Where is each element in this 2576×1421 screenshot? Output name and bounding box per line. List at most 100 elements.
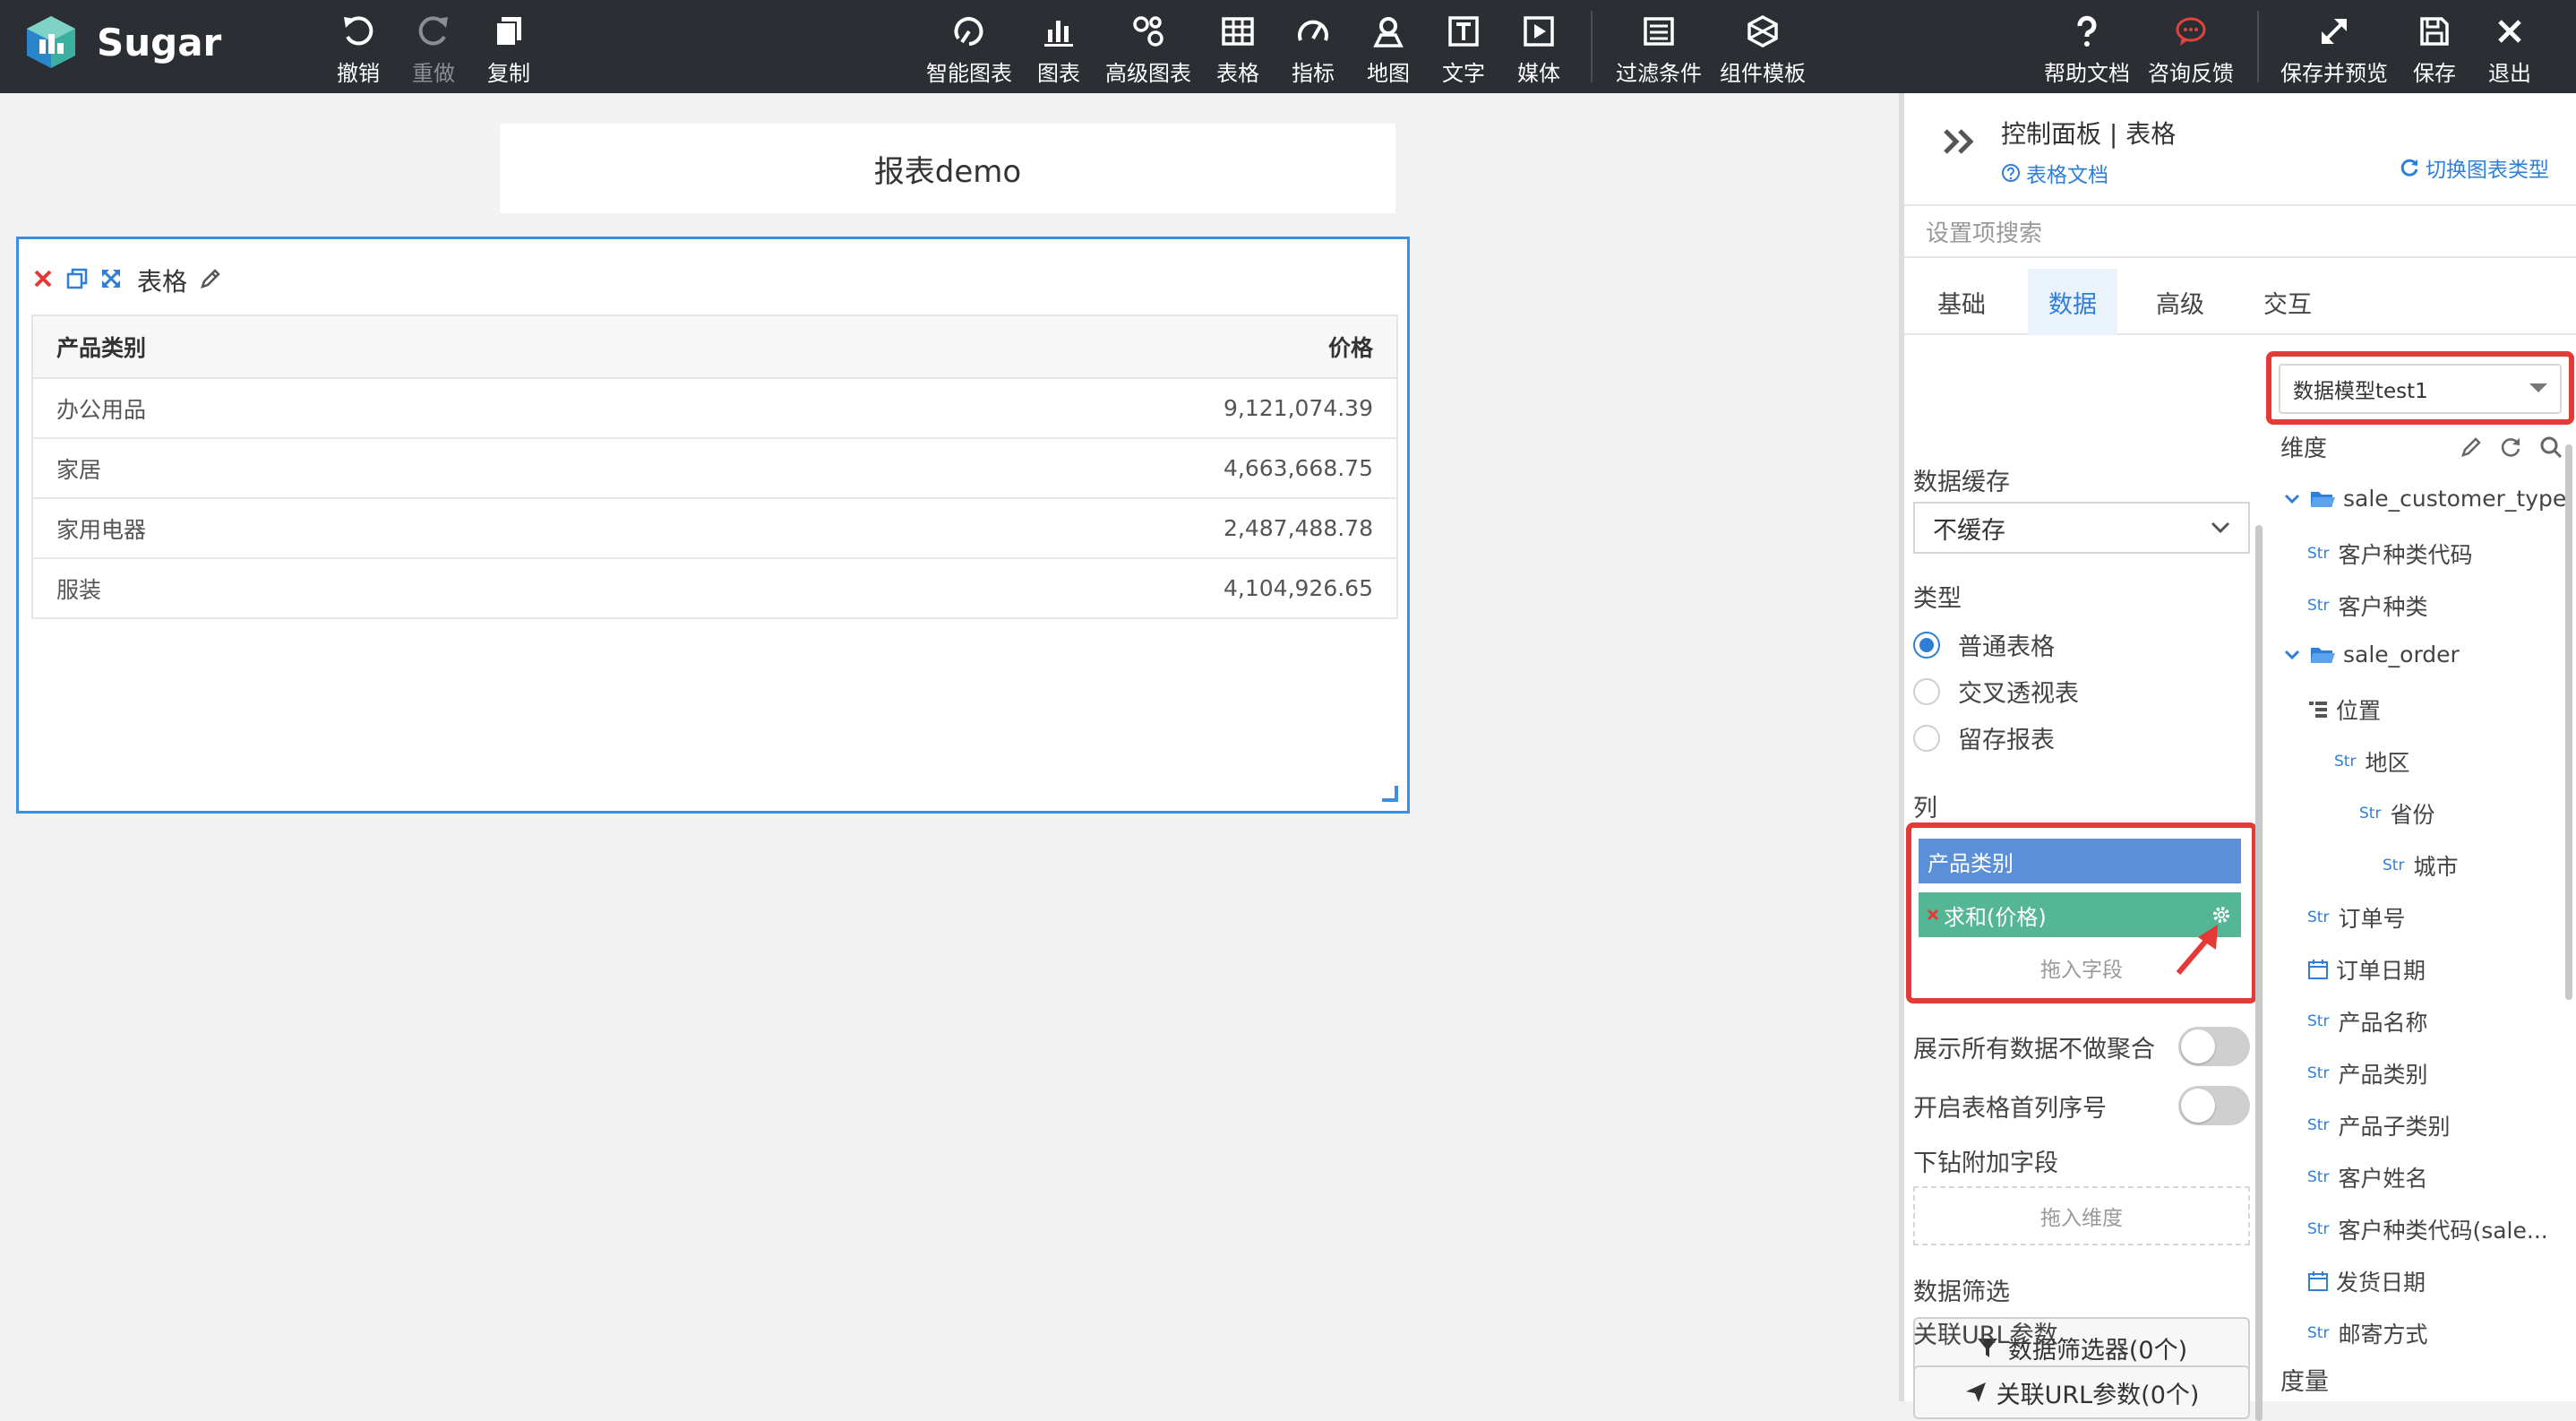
table-cell: 家用电器 [32,498,593,559]
widget-title: 表格 [137,267,188,297]
duplicate-icon[interactable] [65,267,89,294]
right-scrollbar[interactable] [2565,444,2572,1000]
left-scrollbar[interactable] [2255,525,2263,1421]
tree-field[interactable]: 发货日期 [2307,1265,2426,1297]
report-title[interactable]: 报表demo [500,124,1395,213]
table-cell: 9,121,074.39 [592,378,1397,439]
drill-label: 下钻附加字段 [1913,1150,2058,1177]
url-param-button[interactable]: 关联URL参数(0个) [1913,1365,2250,1419]
table-header-row: 产品类别 价格 [32,315,1397,379]
tab-basic[interactable]: 基础 [1917,269,2006,335]
radio-pivot-table[interactable]: 交叉透视表 [1913,674,2079,709]
collapse-chevrons-icon[interactable] [1942,127,1978,159]
save-preview-button[interactable]: 保存并预览 [2280,9,2388,87]
show-all-data-row: 展示所有数据不做聚合 [1913,1027,2250,1066]
table-row: 办公用品 9,121,074.39 [32,378,1397,439]
table-doc-link[interactable]: 表格文档 [2001,158,2108,188]
tree-field[interactable]: Str 产品名称 [2307,1005,2427,1038]
tree-field[interactable]: Str 产品子类别 [2307,1109,2450,1141]
chevron-down-icon[interactable] [2284,494,2300,504]
sugar-logo-icon [27,16,75,68]
table-cell: 办公用品 [32,378,593,439]
tab-advanced[interactable]: 高级 [2135,269,2225,335]
show-all-data-toggle[interactable] [2178,1027,2250,1066]
tree-label: sale_customer_type [2343,486,2567,512]
panel-title: 控制面板 | 表格 [2001,119,2177,149]
row-number-toggle[interactable] [2178,1086,2250,1125]
exit-button[interactable]: 退出 [2465,9,2555,87]
template-cube-icon [1745,9,1781,54]
settings-search-input[interactable]: 设置项搜索 [1904,204,2576,258]
tree-label: 客户种类代码 [2338,542,2473,568]
tree-field[interactable]: Str 客户种类代码(sale... [2307,1213,2548,1245]
tree-field[interactable]: 订单日期 [2307,953,2426,986]
calendar-icon [2308,1271,2328,1291]
data-settings-column: 数据缓存 不缓存 类型 普通表格 交叉透视表 留存报表 列 产品类别 求和(价格… [1904,337,2263,1421]
drop-dimension-zone[interactable]: 拖入维度 [1913,1186,2250,1245]
refresh-icon[interactable] [2499,435,2522,459]
advanced-chart-button[interactable]: 高级图表 [1103,9,1193,87]
tree-label: 订单号 [2338,906,2406,932]
delete-icon[interactable] [31,267,55,294]
remove-x-icon[interactable] [1926,908,1940,922]
column-header[interactable]: 价格 [592,315,1397,379]
table-widget[interactable]: 表格 产品类别 价格 办公用品 9,121,074.39 家居 4,663,668.… [16,237,1410,814]
feedback-button[interactable]: 咨询反馈 [2146,9,2236,87]
switch-chart-type-link[interactable]: 切换图表类型 [2399,152,2549,183]
component-template-button[interactable]: 组件模板 [1718,9,1807,87]
tree-label: 邮寄方式 [2338,1322,2428,1348]
column-header[interactable]: 产品类别 [32,315,593,379]
toolbar-divider [1591,11,1593,82]
help-circle-icon [2002,164,2020,182]
tree-field[interactable]: 位置 [2307,693,2381,726]
tree-field[interactable]: Str 省份 [2359,797,2434,830]
media-button[interactable]: 媒体 [1494,9,1584,87]
chart-button[interactable]: 图表 [1014,9,1103,87]
dimension-header: 维度 [2280,430,2563,463]
tab-interaction[interactable]: 交互 [2243,269,2332,335]
filter-button[interactable]: 过滤条件 [1614,9,1704,87]
tree-label: 地区 [2365,750,2410,776]
tab-data[interactable]: 数据 [2028,269,2117,335]
hierarchy-icon [2309,702,2327,718]
tree-field[interactable]: Str 地区 [2334,745,2409,778]
chevron-down-icon [2211,521,2230,534]
tree-folder[interactable]: sale_order [2284,642,2460,667]
tree-field[interactable]: Str 客户种类 [2307,590,2427,622]
tree-field[interactable]: Str 客户种类代码 [2307,538,2472,570]
tree-field[interactable]: Str 客户姓名 [2307,1161,2427,1193]
fullscreen-icon[interactable] [99,267,123,294]
tree-label: 客户姓名 [2338,1166,2428,1192]
help-doc-button[interactable]: 帮助文档 [2042,9,2132,87]
tree-label: 产品名称 [2338,1010,2428,1036]
data-cache-select[interactable]: 不缓存 [1913,502,2250,554]
string-type-icon: Str [2307,1012,2330,1030]
widget-toolbar: 表格 [31,263,223,298]
radio-retention-report[interactable]: 留存报表 [1913,720,2055,755]
table-row: 家居 4,663,668.75 [32,438,1397,499]
tree-field[interactable]: Str 订单号 [2307,901,2405,934]
resize-handle[interactable] [1382,786,1398,802]
tree-folder[interactable]: sale_customer_type [2284,486,2566,512]
top-toolbar: Sugar 撤销 重做 复制 智能图表 图表 高级图表 表格 指标 地图 文字 [0,0,2576,93]
smart-chart-icon [951,9,987,54]
undo-icon [340,9,376,54]
column-field-dimension[interactable]: 产品类别 [1919,839,2241,883]
tree-label: 订单日期 [2336,958,2426,984]
chevron-down-icon[interactable] [2284,650,2300,660]
measure-label: 度量 [2280,1368,2329,1396]
smart-chart-button[interactable]: 智能图表 [924,9,1014,87]
data-cache-label: 数据缓存 [1913,469,2010,496]
edit-pencil-icon[interactable] [198,266,223,295]
row-number-row: 开启表格首列序号 [1913,1086,2250,1125]
search-icon[interactable] [2538,435,2563,460]
gauge-icon [1295,9,1331,54]
edit-pencil-icon[interactable] [2460,435,2483,459]
tree-field[interactable]: Str 邮寄方式 [2307,1317,2427,1349]
tree-field[interactable]: Str 产品类别 [2307,1057,2427,1089]
radio-normal-table[interactable]: 普通表格 [1913,627,2055,662]
copy-button[interactable]: 复制 [464,9,554,87]
data-model-select[interactable]: 数据模型test1 [2279,364,2562,414]
tree-field[interactable]: Str 城市 [2383,849,2458,882]
tree-label: 发货日期 [2336,1270,2426,1296]
